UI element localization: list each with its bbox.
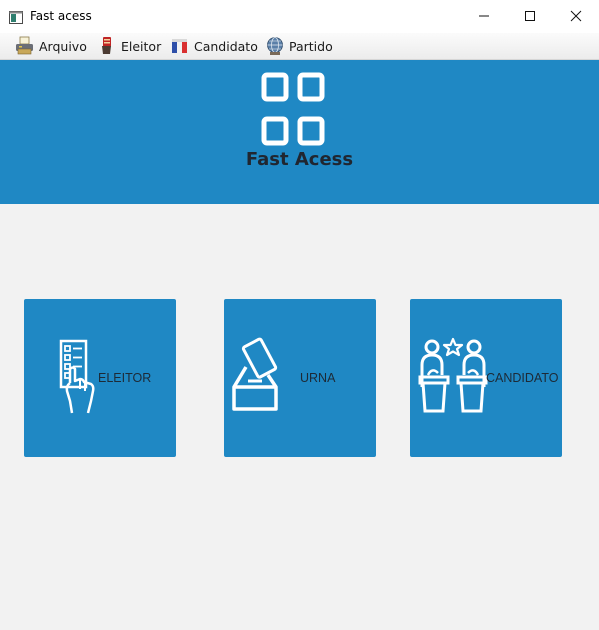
close-button[interactable]	[553, 0, 599, 32]
ballot-box-icon	[232, 337, 282, 415]
menu-label: Candidato	[194, 39, 258, 54]
flag-icon	[170, 36, 190, 56]
menu-bar: Arquivo Eleitor Candidato Partido	[0, 33, 599, 60]
eleitor-card-button[interactable]: ELEITOR	[24, 299, 176, 457]
maximize-icon	[525, 11, 535, 21]
window-title-bar: Fast acess	[0, 0, 599, 33]
menu-label: Arquivo	[39, 39, 87, 54]
globe-icon	[265, 36, 285, 56]
maximize-button[interactable]	[507, 0, 553, 32]
grid-icon	[260, 71, 326, 147]
minimize-button[interactable]	[461, 0, 507, 32]
candidato-card-button[interactable]: CANDIDATO	[410, 299, 562, 457]
app-window-icon	[9, 9, 23, 24]
urna-card-button[interactable]: URNA	[224, 299, 376, 457]
card-label: CANDIDATO	[486, 371, 559, 385]
card-label: ELEITOR	[98, 371, 152, 385]
close-icon	[570, 10, 582, 22]
header-banner: Fast Acess	[0, 60, 599, 204]
printer-icon	[15, 36, 35, 56]
candidates-podium-icon	[418, 337, 490, 415]
menu-label: Eleitor	[121, 39, 162, 54]
ballot-hand-icon	[58, 339, 98, 415]
card-label: URNA	[300, 371, 336, 385]
hand-voting-icon	[97, 36, 117, 56]
page-title: Fast Acess	[245, 149, 354, 170]
window-title: Fast acess	[30, 9, 92, 23]
minimize-icon	[479, 15, 489, 17]
menu-label: Partido	[289, 39, 333, 54]
